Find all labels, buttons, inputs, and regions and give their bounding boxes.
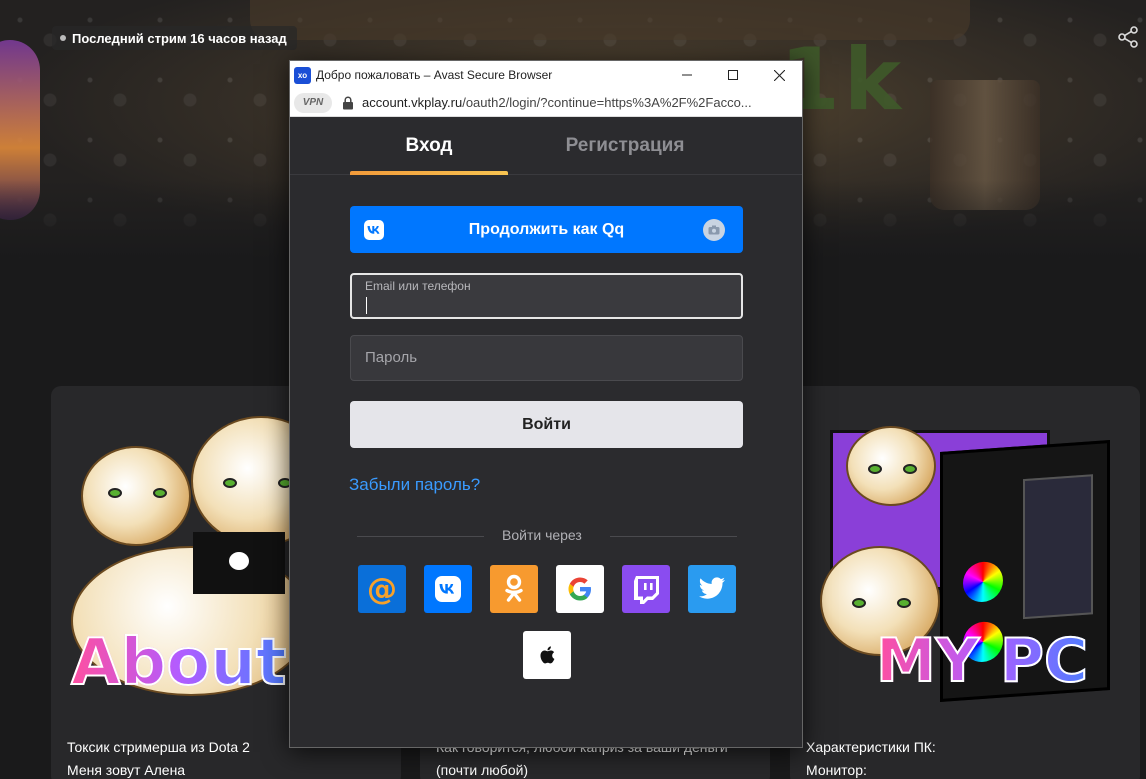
mail-ru-login-button[interactable]: @: [358, 565, 406, 613]
close-button[interactable]: [756, 61, 802, 89]
lock-icon: [343, 96, 353, 109]
window-title: Добро пожаловать – Avast Secure Browser: [316, 68, 553, 82]
cat-illustration: [846, 426, 936, 506]
status-dot-icon: [60, 35, 66, 41]
laptop-illustration: [193, 532, 285, 594]
close-icon: [773, 69, 785, 81]
panel-card-my-pc[interactable]: MY PC Характеристики ПК: Монитор:: [790, 386, 1140, 779]
share-icon[interactable]: [1116, 25, 1140, 49]
about-art-text: About: [70, 625, 287, 701]
password-field[interactable]: Пароль: [350, 335, 743, 381]
twitch-login-button[interactable]: [622, 565, 670, 613]
forgot-password-link[interactable]: Забыли пароль?: [349, 475, 480, 495]
divider-left: [357, 536, 484, 537]
vk-logo-icon: [364, 220, 384, 240]
login-via-label: Войти через: [502, 527, 582, 543]
apple-login-button[interactable]: [523, 631, 571, 679]
avatar: [703, 219, 725, 241]
odnoklassniki-login-button[interactable]: [490, 565, 538, 613]
tab-login[interactable]: Вход: [350, 117, 508, 175]
odnoklassniki-icon: [505, 574, 523, 602]
login-button[interactable]: Войти: [350, 401, 743, 448]
password-placeholder: Пароль: [365, 349, 418, 366]
window-titlebar[interactable]: xo Добро пожаловать – Avast Secure Brows…: [290, 61, 802, 89]
minimize-icon: [682, 74, 692, 76]
apple-icon: [540, 646, 555, 664]
last-stream-text: Последний стрим 16 часов назад: [72, 30, 287, 46]
login-popup-window: xo Добро пожаловать – Avast Secure Brows…: [289, 60, 803, 748]
email-field[interactable]: Email или телефон: [350, 273, 743, 319]
email-field-label: Email или телефон: [365, 279, 471, 293]
google-login-button[interactable]: [556, 565, 604, 613]
svg-text:@: @: [367, 573, 397, 605]
text-caret: [366, 297, 367, 314]
continue-with-vk-button[interactable]: Продолжить как Qq: [350, 206, 743, 253]
last-stream-badge: Последний стрим 16 часов назад: [52, 26, 297, 50]
vk-login-button[interactable]: [424, 565, 472, 613]
continue-with-vk-label: Продолжить как Qq: [468, 220, 625, 238]
my-pc-art-text: MY PC: [875, 625, 1089, 697]
address-bar[interactable]: VPN account.vkplay.ru/oauth2/login/?cont…: [290, 89, 802, 117]
twitter-login-button[interactable]: [688, 565, 736, 613]
panel-title-my-pc: Характеристики ПК: Монитор:: [806, 739, 936, 778]
maximize-icon: [728, 70, 738, 80]
maximize-button[interactable]: [710, 61, 756, 89]
vk-icon: [435, 576, 461, 602]
twitter-icon: [698, 577, 725, 599]
auth-tabs: Вход Регистрация: [290, 117, 802, 175]
twitch-icon: [634, 576, 659, 604]
camera-icon: [708, 225, 720, 235]
tab-register[interactable]: Регистрация: [530, 117, 720, 175]
login-form: Продолжить как Qq Email или телефон Паро…: [290, 175, 802, 747]
panel-art-my-pc: MY PC: [790, 386, 1140, 726]
google-icon: [568, 577, 591, 601]
divider-right: [610, 536, 737, 537]
url-text[interactable]: account.vkplay.ru/oauth2/login/?continue…: [362, 95, 792, 110]
vkplay-app-icon: xo: [294, 66, 311, 84]
mail-ru-icon: @: [367, 573, 397, 605]
vpn-badge[interactable]: VPN: [294, 92, 332, 113]
minimize-button[interactable]: [664, 61, 710, 89]
cat-illustration: [81, 446, 191, 546]
